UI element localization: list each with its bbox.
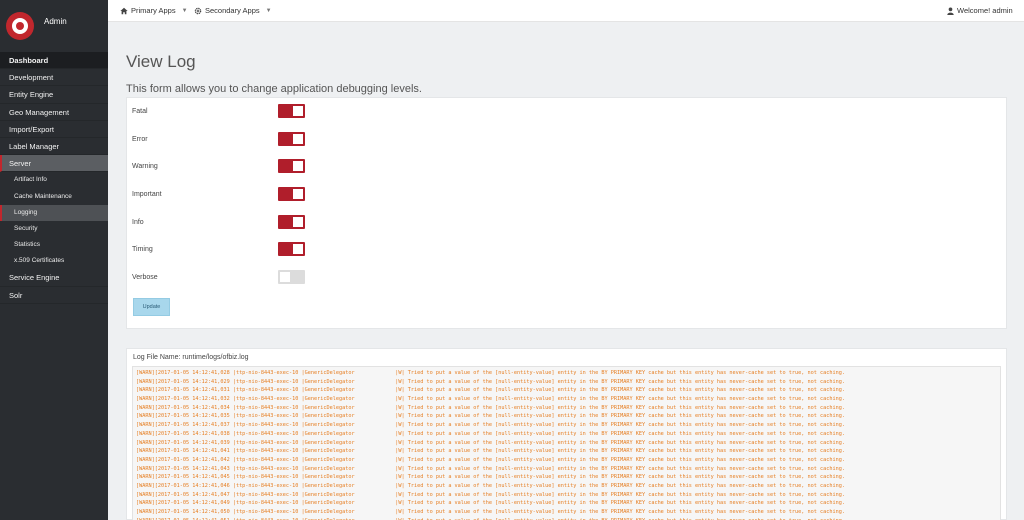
ofbiz-logo-icon <box>6 12 34 40</box>
sidebar-item-server[interactable]: Server <box>0 155 108 173</box>
debug-levels-form: Fatal Error Warning Important Info Timin… <box>126 97 1007 329</box>
primary-apps-menu[interactable]: Primary Apps ▼ <box>120 6 188 15</box>
level-label: Fatal <box>132 107 148 115</box>
log-line: [WARN][2017-01-05 14:12:41,039 |ttp-nio-… <box>136 439 845 446</box>
sidebar-item-geo-management[interactable]: Geo Management <box>0 104 108 121</box>
log-line: [WARN][2017-01-05 14:12:41,043 |ttp-nio-… <box>136 465 845 472</box>
log-line: [WARN][2017-01-05 14:12:41,037 |ttp-nio-… <box>136 422 845 429</box>
level-row-info: Info <box>132 215 305 229</box>
level-label: Error <box>132 135 148 143</box>
level-label: Timing <box>132 245 153 253</box>
log-line: [WARN][2017-01-05 14:12:41,034 |ttp-nio-… <box>136 404 845 411</box>
sidebar-subitem-x509-certificates[interactable]: x.509 Certificates <box>0 253 108 269</box>
level-row-timing: Timing <box>132 242 305 256</box>
topbar: Primary Apps ▼ Secondary Apps ▼ Welcome!… <box>108 0 1024 22</box>
log-panel: Log File Name: runtime/logs/ofbiz.log [W… <box>126 348 1007 520</box>
log-line: [WARN][2017-01-05 14:12:41,032 |ttp-nio-… <box>136 396 845 403</box>
sidebar-item-import-export[interactable]: Import/Export <box>0 121 108 138</box>
log-line: [WARN][2017-01-05 14:12:41,047 |ttp-nio-… <box>136 491 845 498</box>
log-line: [WARN][2017-01-05 14:12:41,029 |ttp-nio-… <box>136 378 845 385</box>
level-label: Verbose <box>132 273 158 281</box>
log-line: [WARN][2017-01-05 14:12:41,045 |ttp-nio-… <box>136 474 845 481</box>
log-line: [WARN][2017-01-05 14:12:41,042 |ttp-nio-… <box>136 456 845 463</box>
sidebar-item-dashboard[interactable]: Dashboard <box>0 52 108 70</box>
level-row-fatal: Fatal <box>132 104 305 118</box>
verbose-toggle[interactable] <box>278 270 305 284</box>
log-line: [WARN][2017-01-05 14:12:41,050 |ttp-nio-… <box>136 509 845 515</box>
log-line: [WARN][2017-01-05 14:12:41,041 |ttp-nio-… <box>136 448 845 455</box>
error-toggle[interactable] <box>278 132 305 146</box>
fatal-toggle[interactable] <box>278 104 305 118</box>
level-label: Warning <box>132 162 158 170</box>
level-row-important: Important <box>132 187 305 201</box>
sidebar-item-development[interactable]: Development <box>0 69 108 87</box>
log-line: [WARN][2017-01-05 14:12:41,031 |ttp-nio-… <box>136 387 845 394</box>
log-line: [WARN][2017-01-05 14:12:41,035 |ttp-nio-… <box>136 413 845 420</box>
sidebar-subitem-cache-maintenance[interactable]: Cache Maintenance <box>0 189 108 205</box>
warning-toggle[interactable] <box>278 159 305 173</box>
brand-name: Admin <box>44 16 67 26</box>
log-line: [WARN][2017-01-05 14:12:41,028 |ttp-nio-… <box>136 370 845 376</box>
chevron-down-icon: ▼ <box>265 7 272 14</box>
timing-toggle[interactable] <box>278 242 305 256</box>
user-menu[interactable]: Welcome! admin <box>947 6 1013 15</box>
level-row-verbose: Verbose <box>132 270 305 284</box>
important-toggle[interactable] <box>278 187 305 201</box>
level-label: Important <box>132 190 162 198</box>
log-line: [WARN][2017-01-05 14:12:41,038 |ttp-nio-… <box>136 430 845 437</box>
sidebar-subitem-artifact-info[interactable]: Artifact Info <box>0 172 108 188</box>
secondary-apps-label: Secondary Apps <box>205 6 260 15</box>
sidebar-item-entity-engine[interactable]: Entity Engine <box>0 86 108 104</box>
welcome-text: Welcome! admin <box>957 6 1013 15</box>
info-toggle[interactable] <box>278 215 305 229</box>
brand[interactable]: Admin <box>0 0 108 52</box>
sidebar-subitem-logging[interactable]: Logging <box>0 204 108 221</box>
sidebar-item-service-engine[interactable]: Service Engine <box>0 269 108 287</box>
home-icon <box>120 7 128 14</box>
chevron-down-icon: ▼ <box>181 7 188 14</box>
page-description: This form allows you to change applicati… <box>126 83 422 95</box>
level-row-warning: Warning <box>132 159 305 173</box>
update-button[interactable]: Update <box>133 298 170 316</box>
sidebar-subitem-statistics[interactable]: Statistics <box>0 237 108 253</box>
user-icon <box>947 7 954 15</box>
sidebar-subitem-security[interactable]: Security <box>0 221 108 237</box>
level-label: Info <box>132 218 144 226</box>
sidebar-item-label-manager[interactable]: Label Manager <box>0 138 108 156</box>
sidebar-item-solr[interactable]: Solr <box>0 287 108 304</box>
log-line: [WARN][2017-01-05 14:12:41,046 |ttp-nio-… <box>136 482 845 489</box>
sidebar: Admin Dashboard Development Entity Engin… <box>0 0 108 520</box>
secondary-apps-menu[interactable]: Secondary Apps ▼ <box>194 6 272 15</box>
log-file-name: Log File Name: runtime/logs/ofbiz.log <box>133 354 249 361</box>
level-row-error: Error <box>132 132 305 146</box>
log-output[interactable]: [WARN][2017-01-05 14:12:41,028 |ttp-nio-… <box>132 366 1001 520</box>
page-title: View Log <box>126 52 196 71</box>
sidebar-nav: Dashboard Development Entity Engine Geo … <box>0 52 108 304</box>
gear-icon <box>194 7 202 14</box>
log-line: [WARN][2017-01-05 14:12:41,049 |ttp-nio-… <box>136 500 845 507</box>
primary-apps-label: Primary Apps <box>131 6 176 15</box>
